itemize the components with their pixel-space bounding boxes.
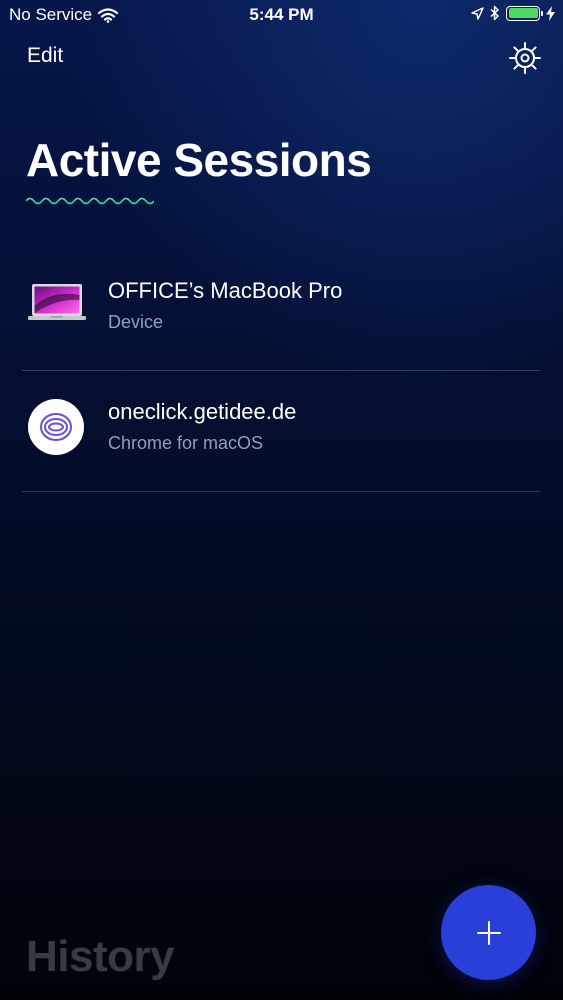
charging-bolt-icon: [546, 5, 555, 21]
settings-button[interactable]: [507, 40, 543, 76]
status-right: [471, 5, 555, 21]
session-icon: [28, 276, 86, 334]
page-title: Active Sessions: [26, 134, 372, 186]
plus-icon: [476, 920, 501, 945]
status-bar: No Service 5:44 PM: [0, 0, 563, 30]
favicon-circle: [28, 399, 84, 455]
add-session-button[interactable]: [441, 885, 536, 980]
location-arrow-icon: [471, 6, 484, 20]
session-subtitle: Chrome for macOS: [108, 433, 264, 453]
title-squiggle-decoration: [26, 197, 154, 205]
session-subtitle: Device: [108, 312, 164, 332]
session-name: OFFICE’s MacBook Pro: [108, 278, 343, 303]
bluetooth-icon: [490, 5, 499, 21]
session-row[interactable]: OFFICE’s MacBook Pro Device: [22, 250, 540, 371]
session-row[interactable]: oneclick.getidee.de Chrome for macOS: [22, 371, 540, 492]
session-name: oneclick.getidee.de: [108, 399, 297, 424]
session-icon: [28, 399, 86, 457]
history-section-label[interactable]: History: [26, 932, 175, 982]
laptop-icon: [28, 284, 86, 320]
battery-icon: [506, 5, 543, 21]
gear-icon: [509, 42, 541, 74]
edit-button[interactable]: Edit: [27, 44, 63, 68]
battery-level: [508, 8, 538, 18]
site-favicon-icon: [40, 413, 72, 441]
